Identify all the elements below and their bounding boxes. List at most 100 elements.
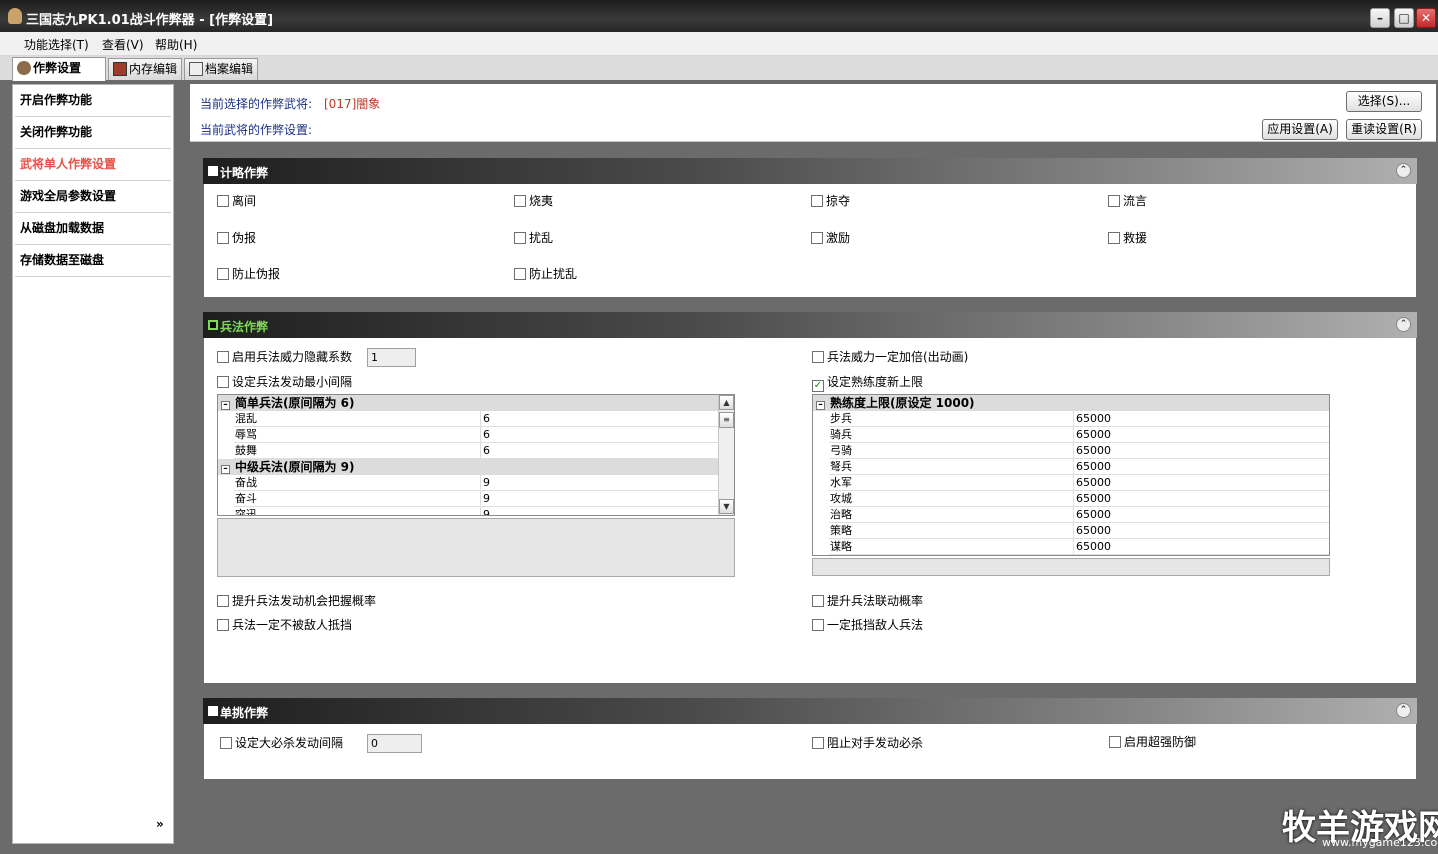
- select-general-button[interactable]: 选择(S)...: [1346, 91, 1422, 112]
- kill-interval-input[interactable]: 0: [367, 734, 422, 753]
- checkbox-box: [217, 268, 229, 280]
- scroll-thumb[interactable]: ≡: [719, 412, 734, 428]
- checkbox-false-report[interactable]: 伪报: [217, 231, 256, 245]
- checkbox-super-defense[interactable]: 启用超强防御: [1109, 735, 1196, 749]
- duel-group-title: 单挑作弊: [220, 706, 269, 720]
- tab-cheat-settings[interactable]: 作弊设置: [12, 57, 106, 81]
- checkbox-min-interval[interactable]: 设定兵法发动最小间隔: [217, 375, 352, 389]
- menu-function-select[interactable]: 功能选择(T): [24, 36, 89, 53]
- tab-bar: 作弊设置 内存编辑 档案编辑: [0, 56, 1438, 81]
- apply-settings-button[interactable]: 应用设置(A): [1262, 119, 1338, 140]
- section-square-icon: [208, 320, 218, 330]
- minimize-button[interactable]: –: [1370, 8, 1390, 28]
- current-general-label: 当前选择的作弊武将:: [200, 97, 313, 111]
- sidebar-item-enable-cheat[interactable]: 开启作弊功能: [15, 85, 171, 117]
- interval-group-header[interactable]: – 中级兵法(原间隔为 9): [218, 459, 718, 475]
- strategy-group-title: 计略作弊: [220, 166, 269, 180]
- checkbox-box: [812, 619, 824, 631]
- person-icon: [17, 61, 31, 75]
- reload-settings-button[interactable]: 重读设置(R): [1346, 119, 1422, 140]
- checkbox-box: [811, 232, 823, 244]
- strategy-group: 计略作弊 ⌃ 离间 烧夷 掠夺 流言 伪报 扰乱 激励 救援 防止伪报 防止扰乱: [203, 158, 1417, 298]
- checkbox-rescue[interactable]: 救援: [1108, 231, 1147, 245]
- menu-view[interactable]: 查看(V): [102, 36, 144, 53]
- checkbox-prevent-disrupt[interactable]: 防止扰乱: [514, 267, 577, 281]
- sidebar-item-global-params[interactable]: 游戏全局参数设置: [15, 181, 171, 213]
- tactics-group-header[interactable]: 兵法作弊 ⌃: [203, 312, 1417, 338]
- strategy-group-body: 离间 烧夷 掠夺 流言 伪报 扰乱 激励 救援 防止伪报 防止扰乱: [204, 184, 1416, 297]
- checkbox-box: [811, 195, 823, 207]
- checkbox-box: [1108, 232, 1120, 244]
- collapse-icon[interactable]: ⌃: [1396, 163, 1411, 178]
- collapse-minus-icon[interactable]: –: [816, 401, 825, 410]
- tab-memory-edit[interactable]: 内存编辑: [108, 58, 182, 80]
- checkbox-plunder[interactable]: 掠夺: [811, 194, 850, 208]
- proficiency-table[interactable]: – 熟练度上限(原设定 1000) 步兵 65000 骑兵 65000 弓骑 65000…: [812, 394, 1330, 556]
- maximize-button[interactable]: □: [1394, 8, 1414, 28]
- interval-group-header[interactable]: – 简单兵法(原间隔为 6): [218, 395, 718, 411]
- tactics-group-body: 启用兵法威力隐藏系数 1 设定兵法发动最小间隔 兵法威力一定加倍(出动画) ✓ 设…: [204, 338, 1416, 683]
- collapse-minus-icon[interactable]: –: [221, 401, 230, 410]
- checkbox-block-opponent[interactable]: 阻止对手发动必杀: [812, 736, 923, 750]
- interval-table[interactable]: – 简单兵法(原间隔为 6) 混乱 6 辱骂 6 鼓舞 6 – 中级兵法(原间隔为 9) …: [217, 394, 735, 516]
- main-panel: 当前选择的作弊武将: [017]闇象 当前武将的作弊设置: 选择(S)... 应…: [190, 84, 1436, 844]
- sidebar-item-save-disk[interactable]: 存储数据至磁盘: [15, 245, 171, 277]
- proficiency-group-header[interactable]: – 熟练度上限(原设定 1000): [813, 395, 1329, 411]
- checkbox-box: [217, 376, 229, 388]
- settings-label: 当前武将的作弊设置:: [200, 123, 313, 137]
- checkbox-box: [1109, 736, 1121, 748]
- title-bar: 三国志九PK1.01战斗作弊器 - [作弊设置] – □ ✕: [0, 0, 1438, 32]
- memory-chip-icon: [113, 62, 127, 76]
- sidebar-item-general-cheat[interactable]: 武将单人作弊设置: [15, 149, 171, 181]
- collapse-icon[interactable]: ⌃: [1396, 703, 1411, 718]
- scroll-up-icon[interactable]: ▲: [719, 395, 734, 410]
- checkbox-box: [514, 268, 526, 280]
- checkbox-box: [217, 351, 229, 363]
- watermark-url: www.mygame123.com: [1322, 836, 1438, 849]
- duel-group-body: 设定大必杀发动间隔 0 阻止对手发动必杀 启用超强防御: [204, 724, 1416, 779]
- checkbox-rumor[interactable]: 流言: [1108, 194, 1147, 208]
- checkbox-not-blocked[interactable]: 兵法一定不被敌人抵挡: [217, 618, 352, 632]
- checkbox-sowing-discord[interactable]: 离间: [217, 194, 256, 208]
- checkbox-box: [217, 619, 229, 631]
- checkbox-box: [217, 595, 229, 607]
- document-icon: [189, 62, 203, 76]
- checkbox-box: [514, 232, 526, 244]
- checkbox-disrupt[interactable]: 扰乱: [514, 231, 553, 245]
- hidden-power-input[interactable]: 1: [367, 348, 416, 367]
- checkbox-kill-interval[interactable]: 设定大必杀发动间隔: [220, 736, 343, 750]
- tactics-group-title: 兵法作弊: [220, 320, 269, 334]
- checkbox-proficiency-limit[interactable]: ✓ 设定熟练度新上限: [812, 375, 923, 392]
- sidebar-item-load-disk[interactable]: 从磁盘加载数据: [15, 213, 171, 245]
- checkbox-hidden-power[interactable]: 启用兵法威力隐藏系数: [217, 350, 352, 364]
- checkbox-block-enemy[interactable]: 一定抵挡敌人兵法: [812, 618, 923, 632]
- scroll-down-icon[interactable]: ▼: [719, 499, 734, 514]
- checkbox-burn[interactable]: 烧夷: [514, 194, 553, 208]
- checkbox-prevent-false-report[interactable]: 防止伪报: [217, 267, 280, 281]
- tactics-group: 兵法作弊 ⌃ 启用兵法威力隐藏系数 1 设定兵法发动最小间隔 兵法威力一定加倍(…: [203, 312, 1417, 684]
- tab-archive-edit[interactable]: 档案编辑: [184, 58, 258, 80]
- close-button[interactable]: ✕: [1416, 8, 1436, 28]
- checkbox-box: [217, 195, 229, 207]
- checkbox-encourage[interactable]: 激励: [811, 231, 850, 245]
- general-header: 当前选择的作弊武将: [017]闇象 当前武将的作弊设置: 选择(S)... 应…: [190, 84, 1436, 142]
- checkbox-box: [1108, 195, 1120, 207]
- duel-group-header[interactable]: 单挑作弊 ⌃: [203, 698, 1417, 724]
- section-square-icon: [208, 706, 218, 716]
- collapse-minus-icon[interactable]: –: [221, 465, 230, 474]
- strategy-group-header[interactable]: 计略作弊 ⌃: [203, 158, 1417, 184]
- checkbox-boost-chance[interactable]: 提升兵法发动机会把握概率: [217, 594, 376, 608]
- checkbox-box: [812, 595, 824, 607]
- sidebar-item-disable-cheat[interactable]: 关闭作弊功能: [15, 117, 171, 149]
- menu-help[interactable]: 帮助(H): [155, 36, 197, 53]
- collapse-icon[interactable]: ⌃: [1396, 317, 1411, 332]
- checkbox-power-double[interactable]: 兵法威力一定加倍(出动画): [812, 350, 968, 364]
- section-square-icon: [208, 166, 218, 176]
- expand-chevron-icon[interactable]: »: [156, 817, 164, 831]
- interval-detail-panel: [217, 518, 735, 577]
- checkbox-box: [514, 195, 526, 207]
- current-general-value: [017]闇象: [324, 97, 381, 111]
- menu-bar: 功能选择(T) 查看(V) 帮助(H): [0, 32, 1438, 56]
- checkbox-linked-rate[interactable]: 提升兵法联动概率: [812, 594, 923, 608]
- interval-scrollbar[interactable]: ▲ ≡ ▼: [718, 395, 734, 515]
